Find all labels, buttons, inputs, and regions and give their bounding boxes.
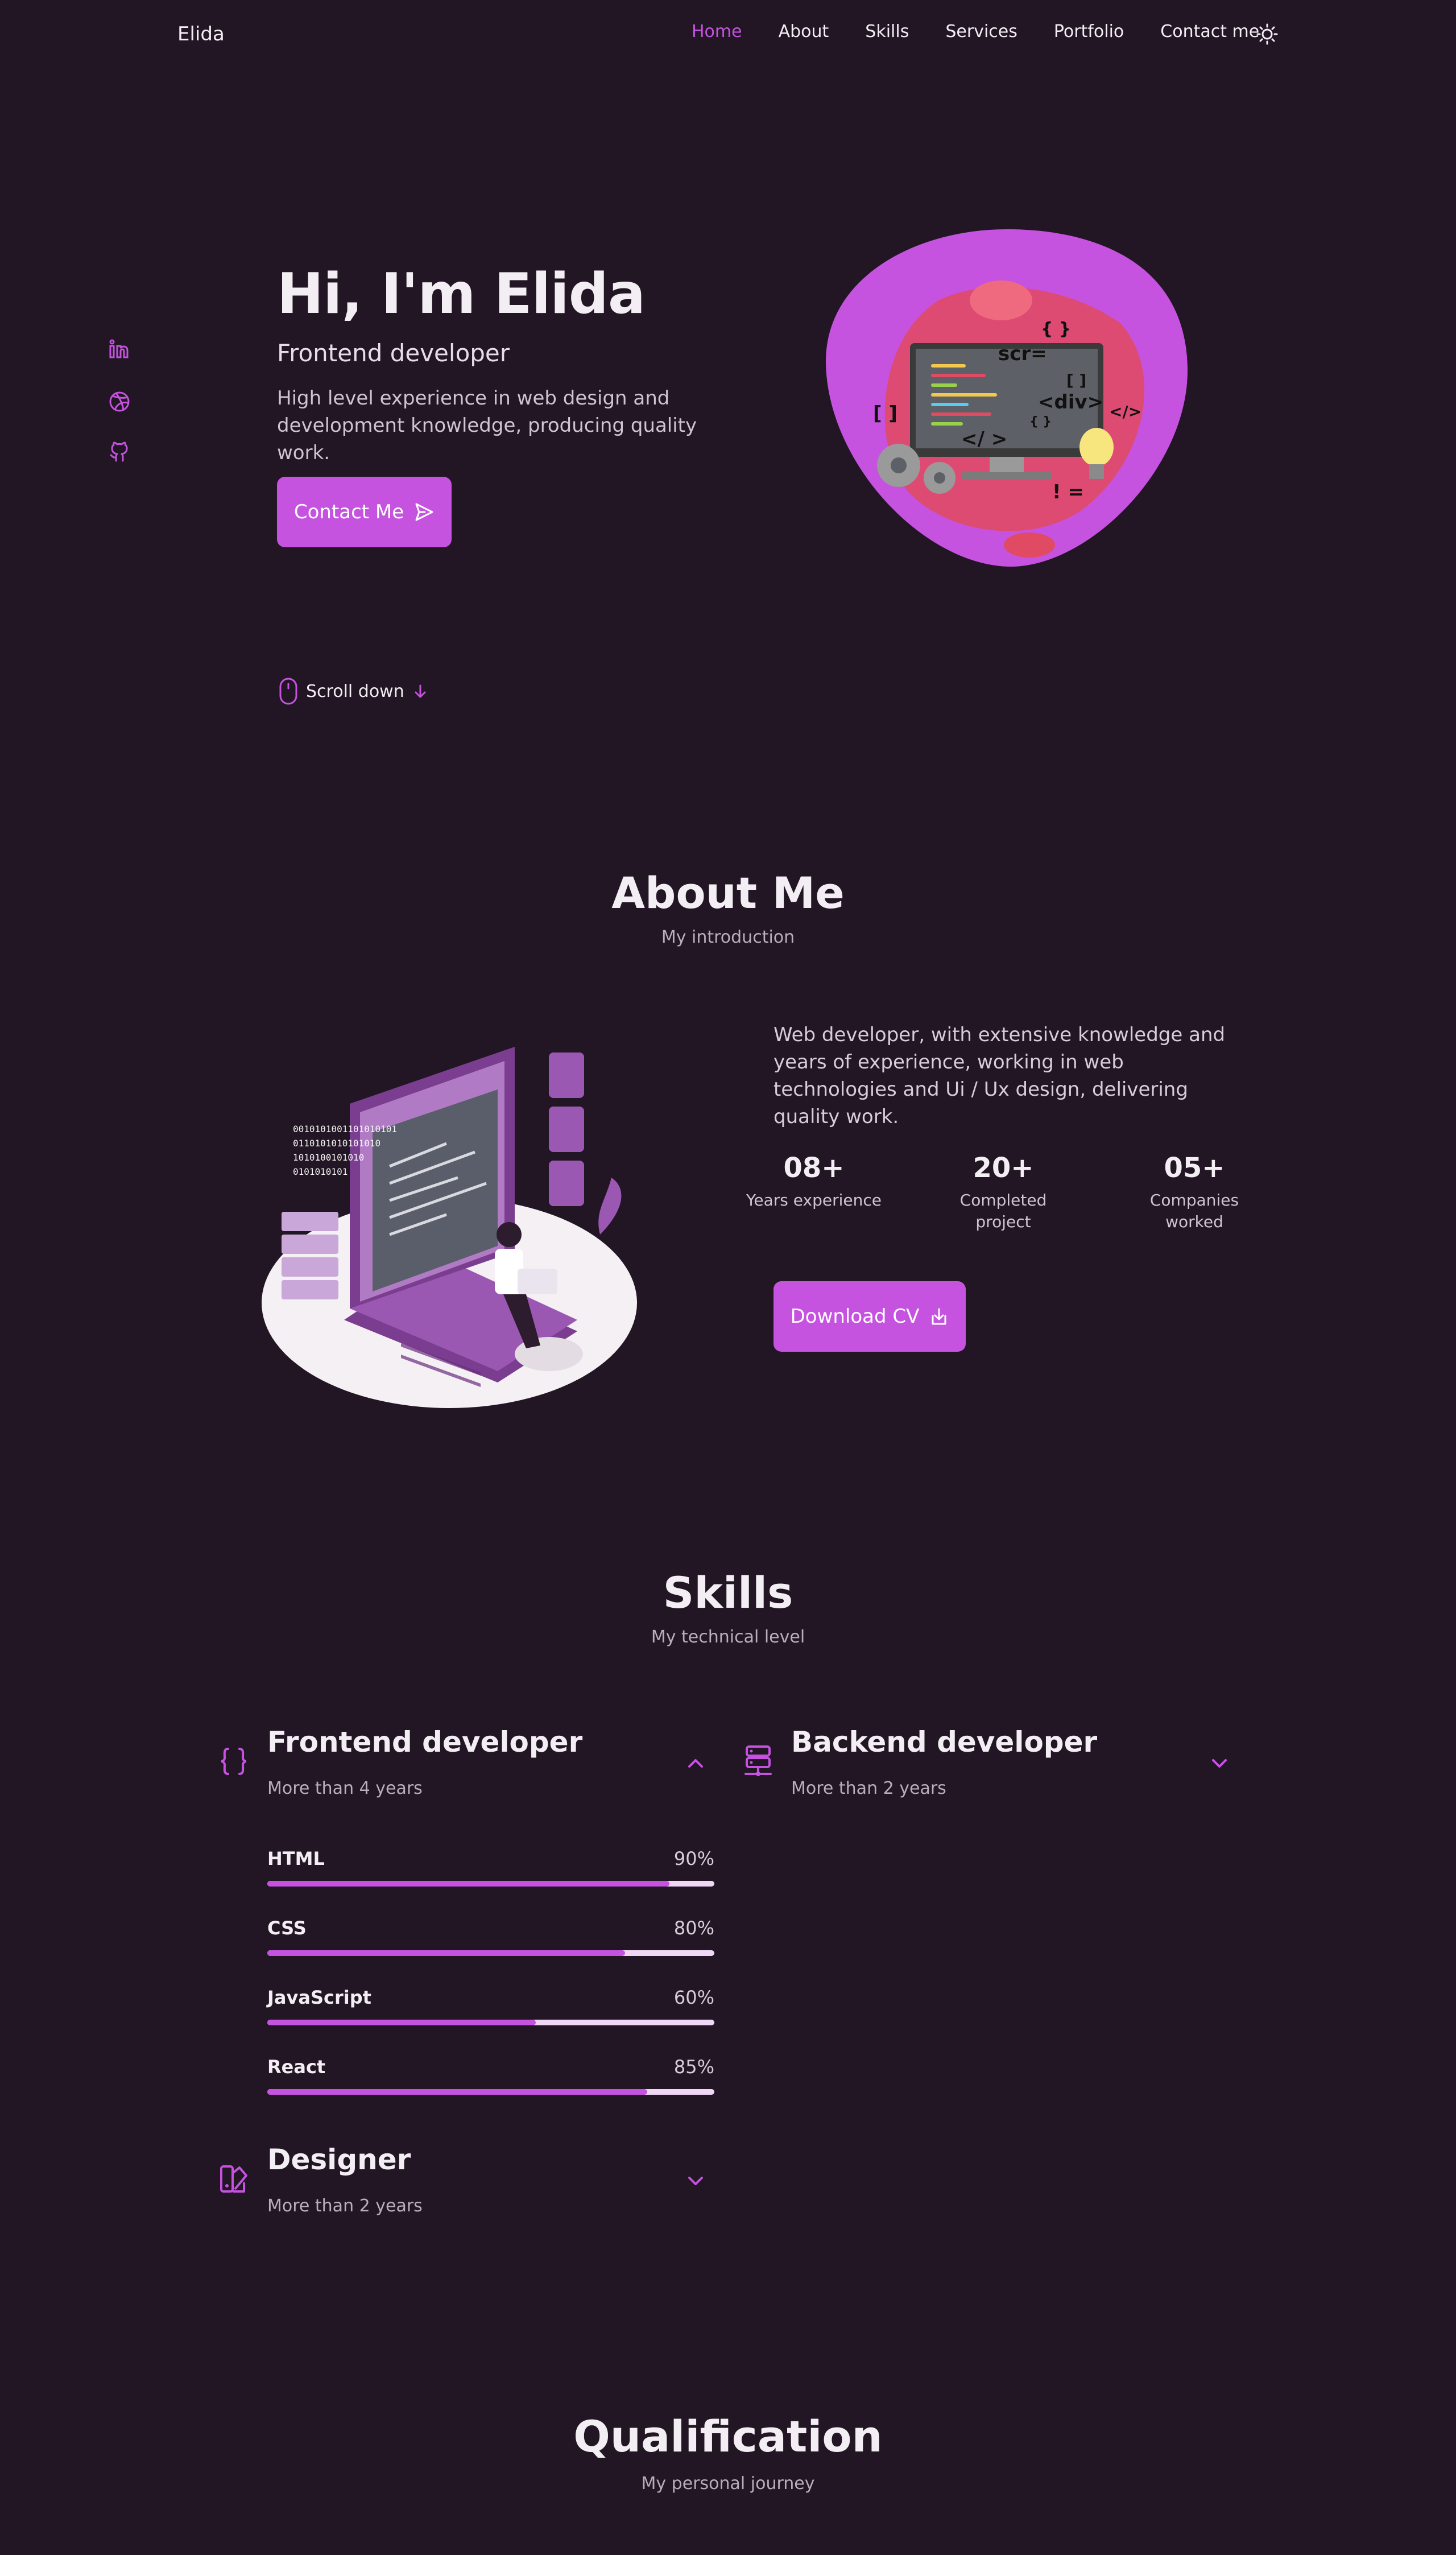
about-title: About Me — [611, 868, 845, 918]
stat-companies-number: 05+ — [1164, 1152, 1225, 1184]
skill-css-fill — [267, 1950, 625, 1956]
download-cv-button[interactable]: Download CV — [774, 1281, 966, 1352]
svg-text:0010101001101010101: 0010101001101010101 — [293, 1124, 397, 1134]
arrow-down-icon — [415, 684, 426, 698]
qualification-subtitle: My personal journey — [641, 2474, 815, 2494]
backend-title[interactable]: Backend developer — [791, 1726, 1097, 1759]
skills-title: Skills — [663, 1567, 793, 1618]
skill-html: HTML 90% — [267, 1848, 714, 1887]
skill-react-name: React — [267, 2056, 326, 2078]
hero-description: High level experience in web design and … — [277, 387, 697, 464]
stat-years: 08+ Years experience — [746, 1152, 882, 1211]
about-description: Web developer, with extensive knowledge … — [774, 1023, 1226, 1128]
frontend-subtitle: More than 4 years — [267, 1778, 423, 1798]
skill-html-percent: 90% — [673, 1848, 714, 1869]
sun-icon[interactable] — [1256, 23, 1279, 46]
developer-illustration: 0010101001101010101 0110101010101010 101… — [262, 1047, 637, 1408]
stat-years-label: Years experience — [746, 1191, 882, 1210]
skill-css-track — [267, 1950, 714, 1956]
hero-title: Hi, I'm Elida — [277, 262, 646, 327]
skill-css-percent: 80% — [673, 1917, 714, 1939]
skill-css: CSS 80% — [267, 1917, 714, 1956]
skills-subtitle: My technical level — [651, 1627, 805, 1647]
illus-brackets-right: [ ] — [1066, 371, 1086, 390]
illus-close-tag: </> — [1109, 402, 1141, 421]
illus-braces: { } — [1041, 319, 1071, 339]
braces-icon — [221, 1748, 247, 1775]
illus-small-braces: { } — [1029, 415, 1052, 429]
send-icon — [415, 503, 433, 521]
stat-projects-label: Completed project — [959, 1191, 1047, 1231]
nav-skills[interactable]: Skills — [865, 22, 909, 42]
nav-logo[interactable]: Elida — [177, 23, 225, 46]
about-subtitle: My introduction — [661, 927, 795, 947]
skill-html-track — [267, 1881, 714, 1887]
skill-javascript: JavaScript 60% — [267, 1987, 714, 2025]
illus-div: <div> — [1038, 391, 1103, 414]
stat-companies-label: Companies worked — [1149, 1191, 1239, 1231]
download-cv-label: Download CV — [790, 1305, 920, 1328]
designer-title[interactable]: Designer — [267, 2143, 411, 2176]
svg-text:1010100101010: 1010100101010 — [293, 1152, 364, 1163]
stat-projects: 20+ Completed project — [935, 1152, 1072, 1233]
github-icon[interactable] — [108, 441, 131, 464]
svg-text:0101010101: 0101010101 — [293, 1166, 348, 1177]
nav-home[interactable]: Home — [692, 22, 742, 42]
hero-subtitle: Frontend developer — [277, 339, 510, 367]
skill-javascript-track — [267, 2020, 714, 2025]
nav-contact[interactable]: Contact me — [1160, 22, 1259, 42]
illus-neq: ! = — [1052, 481, 1084, 503]
nav-menu: Home About Skills Services Portfolio Con… — [692, 22, 1259, 42]
svg-text:0110101010101010: 0110101010101010 — [293, 1138, 380, 1149]
stat-years-number: 08+ — [783, 1152, 845, 1184]
skill-react-fill — [267, 2089, 648, 2095]
nav-portfolio[interactable]: Portfolio — [1054, 22, 1124, 42]
hero-blob-illustration: scr= { } [ ] [ ] <div> </> </ > { } ! = — [825, 229, 1188, 567]
nav-about[interactable]: About — [779, 22, 829, 42]
contact-me-label: Contact Me — [293, 501, 404, 523]
frontend-title[interactable]: Frontend developer — [267, 1726, 582, 1759]
chevron-down-icon[interactable] — [686, 2171, 705, 2190]
skill-react-percent: 85% — [673, 2056, 714, 2078]
skill-html-fill — [267, 1881, 670, 1887]
illus-brackets-left: [ ] — [873, 402, 897, 425]
scroll-down-label: Scroll down — [306, 681, 404, 701]
skill-css-name: CSS — [267, 1917, 307, 1939]
linkedin-icon[interactable] — [108, 338, 131, 361]
swatchbook-icon — [220, 2165, 247, 2193]
skill-javascript-fill — [267, 2020, 536, 2025]
skill-react: React 85% — [267, 2056, 714, 2095]
skill-javascript-name: JavaScript — [267, 1987, 371, 2008]
dribbble-icon[interactable] — [108, 390, 131, 413]
chevron-down-icon[interactable] — [1210, 1753, 1229, 1773]
stat-projects-number: 20+ — [973, 1152, 1034, 1184]
nav-services[interactable]: Services — [945, 22, 1017, 42]
chevron-up-icon[interactable] — [686, 1753, 705, 1773]
server-icon — [744, 1745, 772, 1776]
backend-subtitle: More than 2 years — [791, 1778, 946, 1798]
skill-javascript-percent: 60% — [673, 1987, 714, 2008]
illus-scr: scr= — [998, 342, 1047, 365]
stat-companies: 05+ Companies worked — [1126, 1152, 1263, 1233]
designer-subtitle: More than 2 years — [267, 2196, 423, 2216]
download-icon — [932, 1308, 946, 1325]
qualification-title: Qualification — [573, 2411, 883, 2462]
scroll-down-link[interactable]: Scroll down — [279, 677, 428, 705]
illus-close-tag2: </ > — [961, 428, 1007, 451]
contact-me-button[interactable]: Contact Me — [277, 477, 452, 547]
mouse-icon — [279, 678, 297, 705]
skill-react-track — [267, 2089, 714, 2095]
skill-html-name: HTML — [267, 1848, 325, 1869]
